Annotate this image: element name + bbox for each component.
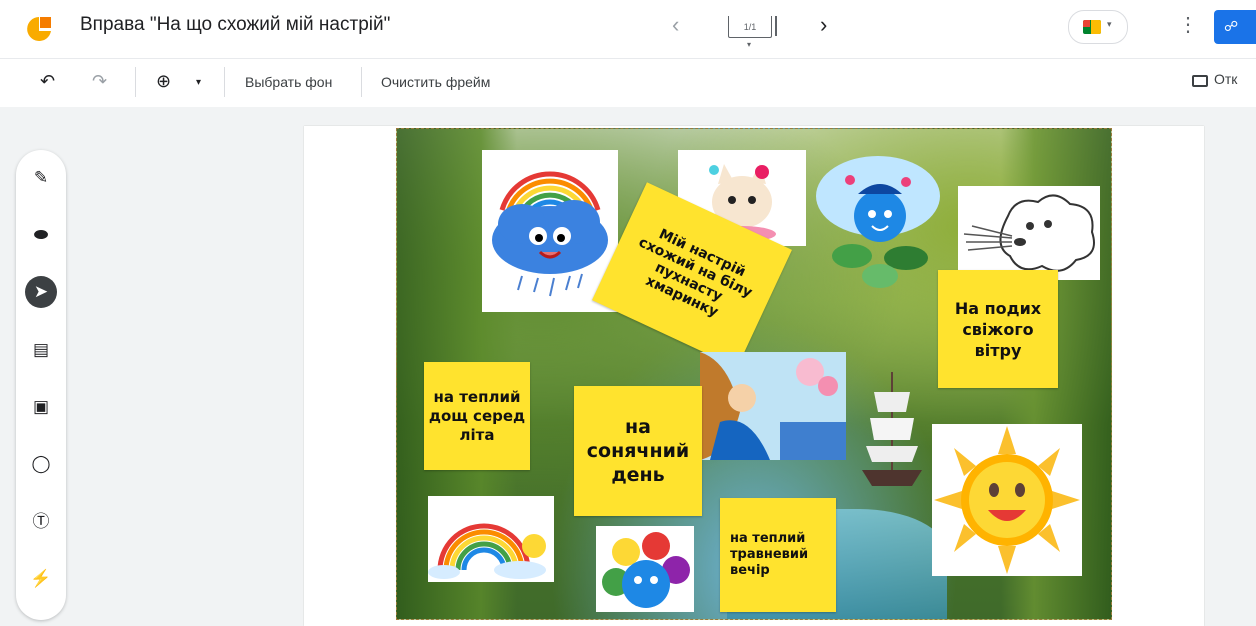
sticky-note-sunny-day[interactable]: на сонячний день xyxy=(574,386,702,516)
chevron-down-icon: ▾ xyxy=(1107,19,1112,29)
app-header: Вправа "На що схожий мій настрій" ‹ 1/1 … xyxy=(0,0,1256,58)
circle-icon[interactable]: ◯ xyxy=(25,448,57,480)
laser-icon[interactable]: ⚡ xyxy=(25,563,57,595)
previous-frame-button[interactable]: ‹ xyxy=(672,12,679,38)
clear-frame-button[interactable]: Очистить фрейм xyxy=(381,74,490,90)
sticky-note-may-evening[interactable]: на теплий травневий вечір xyxy=(720,498,836,612)
toolbar-divider xyxy=(361,67,362,97)
wind-cloud-image[interactable] xyxy=(958,186,1100,280)
pen-icon[interactable]: ✎ xyxy=(25,162,57,194)
frame-counter[interactable]: 1/1 xyxy=(728,16,777,38)
choose-background-button[interactable]: Выбрать фон xyxy=(245,74,332,90)
frame-bar-toggle-icon[interactable]: ▾ xyxy=(747,40,751,49)
next-frame-button[interactable]: › xyxy=(820,12,827,38)
open-frame-button[interactable]: Отк xyxy=(1192,71,1237,87)
text-box-icon[interactable]: Ⓣ xyxy=(25,506,57,538)
sticky-note-icon[interactable]: ▤ xyxy=(25,334,57,366)
tool-palette: ✎ ⬬ ➤ ▤ ▣ ◯ Ⓣ ⚡ xyxy=(16,150,66,620)
image-icon[interactable]: ▣ xyxy=(25,391,57,423)
toolbar-divider xyxy=(224,67,225,97)
flower-character-image[interactable] xyxy=(596,526,694,612)
girl-spring-image[interactable] xyxy=(700,352,846,460)
share-icon: ☍ xyxy=(1224,18,1239,34)
sticky-note-summer-rain[interactable]: на теплий дощ серед літа xyxy=(424,362,530,470)
back-arrow-icon[interactable]: ↶ xyxy=(40,71,55,92)
toolbar: ↶ ↷ ⊕ ▾ Выбрать фон Очистить фрейм Отк xyxy=(0,58,1256,107)
sailing-ship-image xyxy=(852,362,932,492)
toolbar-divider xyxy=(135,67,136,97)
present-icon xyxy=(1192,75,1208,87)
rainbow-image[interactable] xyxy=(428,496,554,582)
zoom-dropdown-icon[interactable]: ▾ xyxy=(196,77,201,88)
open-frame-label: Отк xyxy=(1214,71,1238,87)
board-title[interactable]: Вправа "На що схожий мій настрій" xyxy=(80,14,390,36)
jamboard-logo-icon xyxy=(27,17,51,41)
sticky-note-fresh-wind[interactable]: На подих свіжого вітру xyxy=(938,270,1058,388)
zoom-in-icon[interactable]: ⊕ xyxy=(156,71,171,92)
more-vert-icon[interactable]: ⋮ xyxy=(1178,12,1198,37)
eraser-icon[interactable]: ⬬ xyxy=(25,219,57,251)
select-icon[interactable]: ➤ xyxy=(25,276,57,308)
forward-arrow-icon[interactable]: ↷ xyxy=(92,71,107,92)
meet-camera-icon xyxy=(1083,20,1101,34)
sun-image[interactable] xyxy=(932,424,1082,576)
blue-character-image[interactable] xyxy=(808,146,948,296)
meet-button[interactable]: ▾ xyxy=(1068,10,1128,44)
share-button[interactable]: ☍ xyxy=(1214,10,1256,44)
